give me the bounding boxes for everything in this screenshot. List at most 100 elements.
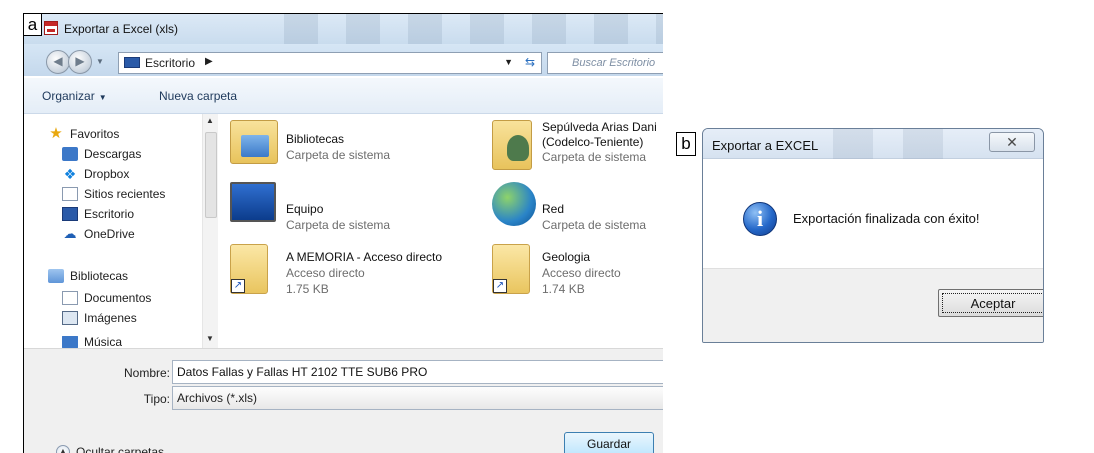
file-type: Carpeta de sistema — [286, 218, 391, 232]
background-ghost-strip — [284, 14, 663, 44]
file-type: Carpeta de sistema — [542, 218, 647, 232]
back-button[interactable]: ◀ — [46, 50, 70, 74]
desktop-icon — [62, 207, 78, 221]
file-item-user-folder[interactable]: Sepúlveda Arias Dani (Codelco-Teniente) … — [492, 120, 663, 170]
sidebar-item-downloads[interactable]: Descargas — [62, 144, 141, 164]
sidebar-item-onedrive[interactable]: ☁ OneDrive — [62, 224, 135, 244]
network-icon — [492, 182, 536, 226]
file-item-geologia[interactable]: ↗ Geologia Acceso directo 1.74 KB — [492, 244, 663, 296]
message-box: Exportar a EXCEL ✕ i Exportación finaliz… — [702, 128, 1044, 343]
file-item-red[interactable]: Red Carpeta de sistema — [492, 182, 663, 232]
sidebar-item-label: OneDrive — [84, 227, 135, 241]
refresh-icon[interactable]: ⇆ — [525, 55, 535, 69]
forward-button[interactable]: ▶ — [68, 50, 92, 74]
scrollbar-thumb[interactable] — [205, 132, 217, 218]
sidebar-item-libraries[interactable]: Bibliotecas — [48, 266, 128, 286]
sidebar-item-label: Favoritos — [70, 127, 120, 141]
shortcut-folder-icon: ↗ — [492, 244, 530, 294]
file-type: Carpeta de sistema — [542, 150, 647, 164]
downloads-icon — [62, 147, 78, 161]
file-type: Acceso directo — [542, 266, 621, 280]
file-item-equipo[interactable]: Equipo Carpeta de sistema — [230, 182, 470, 232]
star-icon: ★ — [49, 125, 63, 142]
shortcut-arrow-icon: ↗ — [493, 279, 507, 293]
message-footer: Aceptar — [703, 268, 1043, 342]
address-crumb[interactable]: Escritorio — [145, 56, 195, 70]
file-item-memoria[interactable]: ↗ A MEMORIA - Acceso directo Acceso dire… — [230, 244, 470, 296]
file-name: Bibliotecas — [286, 132, 345, 146]
sidebar-item-documents[interactable]: Documentos — [62, 288, 151, 308]
save-button[interactable]: Guardar — [564, 432, 654, 453]
panel-label-b: b — [676, 132, 696, 156]
message-box-titlebar: Exportar a EXCEL ✕ — [703, 129, 1043, 159]
file-name: Sepúlveda Arias Dani — [542, 120, 657, 134]
libraries-folder-icon — [230, 120, 278, 164]
back-arrow-icon: ◀ — [53, 54, 63, 68]
filetype-select[interactable]: Archivos (*.xls) — [172, 386, 663, 410]
sidebar-item-label: Descargas — [84, 147, 142, 161]
shortcut-folder-icon: ↗ — [230, 244, 268, 294]
save-dialog: Exportar a Excel (xls) ◀ ▶ ▼ Escritorio … — [23, 13, 663, 453]
new-folder-button[interactable]: Nueva carpeta — [159, 89, 237, 103]
organize-menu-button[interactable]: Organizar ▼ — [42, 89, 107, 103]
file-name: Red — [542, 202, 565, 216]
shortcut-arrow-icon: ↗ — [231, 279, 245, 293]
organize-chevron-icon: ▼ — [98, 93, 107, 102]
save-dialog-titlebar: Exportar a Excel (xls) — [24, 14, 663, 44]
scroll-up-icon[interactable]: ▲ — [206, 116, 214, 125]
sidebar-item-favorites[interactable]: ★ Favoritos — [48, 124, 119, 144]
computer-icon — [230, 182, 276, 222]
scroll-down-icon[interactable]: ▼ — [206, 334, 214, 343]
file-name: Equipo — [286, 202, 324, 216]
crumb-chevron-icon[interactable]: ▶ — [205, 56, 213, 67]
command-toolbar: Organizar ▼ Nueva carpeta — [24, 78, 663, 114]
file-size: 1.74 KB — [542, 282, 585, 296]
message-body: i Exportación finalizada con éxito! — [703, 160, 1043, 268]
forward-arrow-icon: ▶ — [75, 54, 85, 68]
file-item-bibliotecas[interactable]: Bibliotecas Carpeta de sistema — [230, 120, 470, 170]
dropbox-icon: ❖ — [63, 166, 77, 182]
hide-folders-toggle[interactable]: ▲ Ocultar carpetas — [56, 445, 164, 453]
file-type: Carpeta de sistema — [286, 148, 391, 162]
sidebar-item-recent[interactable]: Sitios recientes — [62, 184, 165, 204]
sidebar-item-label: Bibliotecas — [70, 269, 129, 283]
file-name: A MEMORIA - Acceso directo — [286, 250, 443, 264]
libraries-icon — [48, 269, 64, 283]
sidebar-item-label: Documentos — [84, 291, 152, 305]
navigation-scrollbar[interactable]: ▲ ▼ — [202, 114, 218, 348]
sidebar-item-label: Música — [84, 336, 123, 348]
recent-places-icon — [62, 187, 78, 201]
recent-pages-chevron-icon[interactable]: ▼ — [96, 57, 104, 66]
sidebar-item-label: Escritorio — [84, 207, 135, 221]
sidebar-item-label: Imágenes — [84, 311, 137, 325]
navigation-bar: ◀ ▶ ▼ Escritorio ▶ ▼ ⇆ Buscar Escritorio — [24, 44, 663, 76]
file-type: Acceso directo — [286, 266, 365, 280]
close-button[interactable]: ✕ — [989, 132, 1035, 152]
message-text: Exportación finalizada con éxito! — [793, 211, 980, 226]
hide-folders-label: Ocultar carpetas — [76, 445, 165, 453]
address-bar[interactable]: Escritorio ▶ ▼ ⇆ — [118, 52, 542, 74]
filename-input[interactable] — [172, 360, 663, 384]
sidebar-item-label: Sitios recientes — [84, 187, 166, 201]
close-icon: ✕ — [1006, 134, 1018, 150]
organize-label: Organizar — [42, 89, 95, 103]
sidebar-item-dropbox[interactable]: ❖ Dropbox — [62, 164, 130, 184]
music-icon — [62, 336, 78, 348]
pictures-icon — [62, 311, 78, 325]
sidebar-item-music[interactable]: Música — [62, 336, 122, 348]
background-ghost-strip — [833, 129, 953, 159]
filename-label: Nombre: — [124, 366, 171, 380]
accept-button[interactable]: Aceptar — [938, 289, 1043, 317]
navigation-pane: ★ Favoritos Descargas ❖ Dropbox Sitios r… — [42, 114, 218, 348]
search-input[interactable]: Buscar Escritorio — [547, 52, 663, 74]
file-list: Bibliotecas Carpeta de sistema Sepúlveda… — [218, 114, 663, 348]
panel-label-a: a — [23, 13, 42, 36]
address-dropdown-icon[interactable]: ▼ — [504, 57, 513, 67]
save-dialog-title: Exportar a Excel (xls) — [64, 22, 179, 36]
sidebar-item-images[interactable]: Imágenes — [62, 308, 137, 328]
message-box-title: Exportar a EXCEL — [712, 138, 819, 153]
sidebar-item-desktop[interactable]: Escritorio — [62, 204, 134, 224]
sidebar-item-label: Dropbox — [84, 167, 130, 181]
info-icon: i — [743, 202, 777, 236]
focus-rect — [942, 293, 1043, 313]
